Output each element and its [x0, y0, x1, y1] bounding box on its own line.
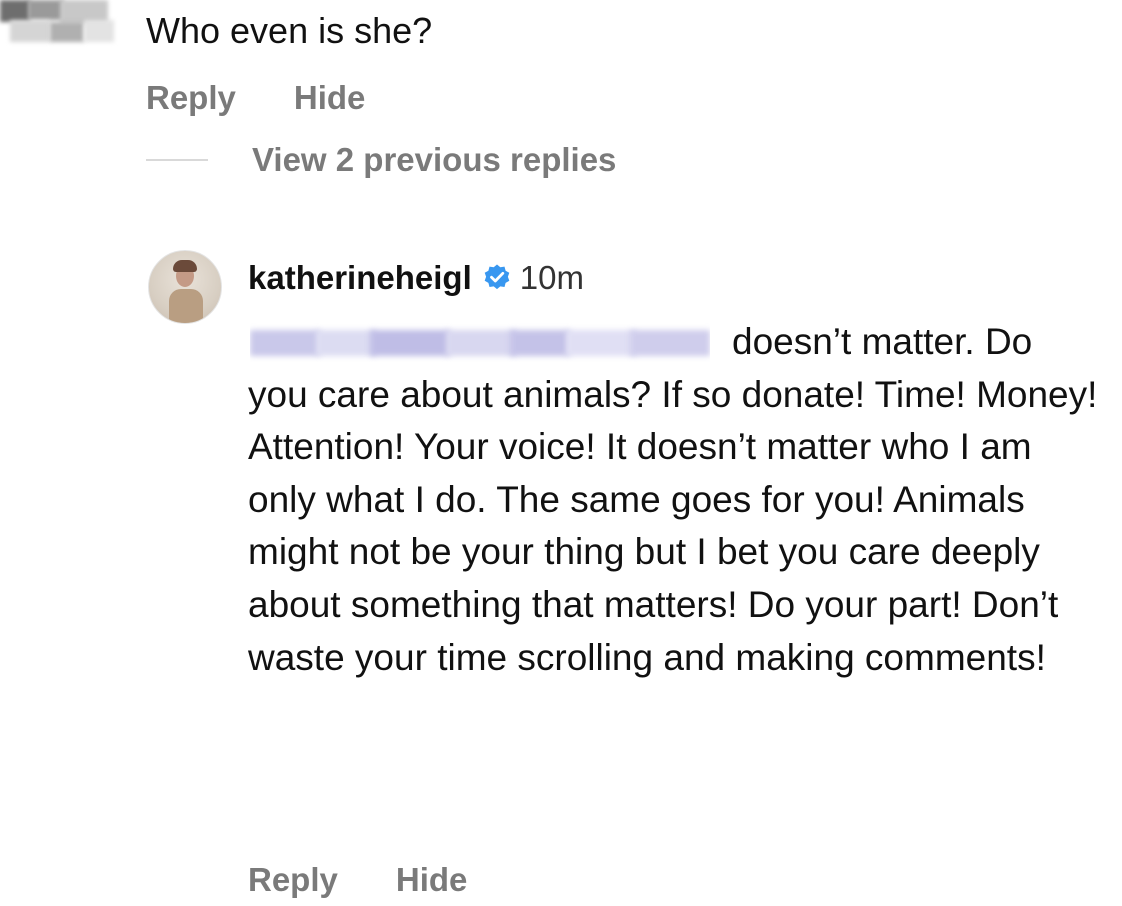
divider-line [146, 159, 208, 161]
comment-actions: Reply Hide [146, 78, 365, 118]
hide-button[interactable]: Hide [396, 860, 468, 900]
hide-button[interactable]: Hide [294, 78, 366, 118]
view-replies-label: View 2 previous replies [252, 141, 617, 178]
timestamp: 10m [519, 259, 584, 296]
reply-button[interactable]: Reply [248, 860, 338, 900]
avatar[interactable] [148, 250, 222, 324]
reply-button[interactable]: Reply [146, 78, 236, 118]
view-previous-replies-button[interactable]: View 2 previous replies [146, 138, 616, 182]
verified-badge-icon [482, 263, 512, 293]
comment-text: Who even is she? [146, 10, 433, 51]
commenter-avatar-blurred[interactable] [0, 0, 118, 48]
reply-header: katherineheigl 10m [248, 256, 584, 300]
reply-actions: Reply Hide [248, 860, 467, 900]
reply-text: doesn’t matter. Do you care about animal… [248, 321, 1098, 678]
username-link[interactable]: katherineheigl [248, 256, 472, 300]
